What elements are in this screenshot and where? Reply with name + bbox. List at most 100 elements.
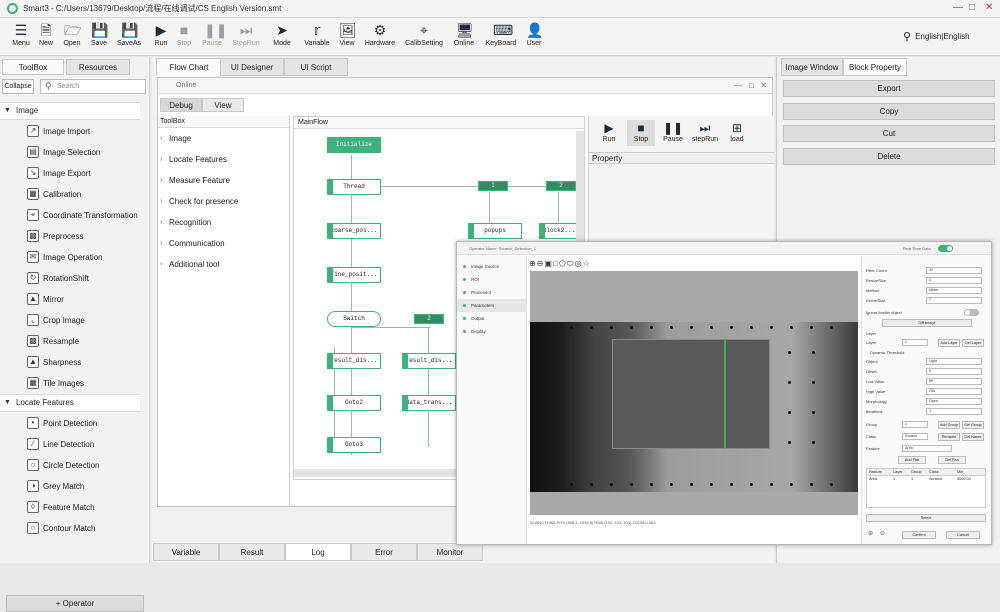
maximize-icon[interactable]: □ (749, 78, 754, 94)
online-button[interactable]: 🖥 Online (445, 20, 483, 54)
export-button[interactable]: Export (783, 80, 995, 97)
minimize-icon[interactable]: — (734, 78, 742, 94)
flow-tool-measure[interactable]: › Measure Feature (158, 171, 288, 191)
tool-crop-image[interactable]: ⌞ Crop Image (0, 310, 140, 331)
tab-flow-chart[interactable]: Flow Chart (156, 58, 222, 76)
nav-processor[interactable]: Processor (457, 286, 527, 299)
tab-log[interactable]: Log (285, 543, 351, 561)
ellipse-icon[interactable]: ⬭ (567, 259, 575, 268)
flow-node-result-dis-1[interactable]: result_dis... (327, 353, 381, 369)
tab-resources[interactable]: Resources (66, 59, 130, 75)
minimize-icon[interactable]: — (953, 2, 963, 13)
kernel-size-input[interactable]: 7 (926, 297, 982, 304)
iterations-input[interactable]: 3 (926, 408, 982, 415)
flow-node-coarse-pos[interactable]: coarse_pos... (327, 223, 381, 239)
tab-ui-script[interactable]: UI Script (284, 58, 348, 76)
object-select[interactable]: Light (926, 358, 982, 365)
fit-icon[interactable]: ▣ (544, 259, 553, 268)
remove-icon[interactable]: ⊖ (880, 530, 885, 537)
low-value-input[interactable]: 80 (926, 378, 982, 385)
search-input[interactable]: ⚲ Search (40, 79, 146, 94)
tool-image-import[interactable]: ↗ Image Import (0, 121, 140, 142)
steprun-button[interactable]: ⏭ StepRun (227, 20, 265, 54)
tab-block-property[interactable]: Block Property (843, 58, 907, 76)
real-time-toggle[interactable] (938, 245, 953, 252)
add-feature-button[interactable]: Add Fea (898, 456, 926, 464)
nav-image-source[interactable]: Image Source (457, 260, 527, 273)
high-value-input[interactable]: 255 (926, 388, 982, 395)
flow-tool-recognition[interactable]: › Recognition (158, 213, 288, 233)
add-operator-button[interactable]: + Operator (6, 595, 144, 612)
del-layer-button[interactable]: Del Layer (962, 339, 984, 347)
close-icon[interactable]: ✕ (985, 2, 993, 13)
tool-rotationshift[interactable]: ↻ RotationShift (0, 268, 140, 289)
tool-sharpness[interactable]: ▲ Sharpness (0, 352, 140, 373)
flow-node-goto3[interactable]: Goto3 (327, 437, 381, 453)
method-select[interactable]: Mean (926, 287, 982, 294)
nav-roi[interactable]: ROI (457, 273, 527, 286)
del-name-button[interactable]: Del Name (962, 433, 984, 441)
tab-error[interactable]: Error (351, 543, 417, 561)
tab-view[interactable]: View (202, 98, 244, 112)
tab-monitor[interactable]: Monitor (417, 543, 483, 561)
rename-button[interactable]: Rename (938, 433, 960, 441)
add-group-button[interactable]: Add Group (938, 421, 960, 429)
category-image[interactable]: ▼ Image (0, 102, 140, 120)
nav-output[interactable]: Output (457, 312, 527, 325)
panel-pause-button[interactable]: ❚❚ Pause (659, 120, 687, 146)
flow-node-goto2[interactable]: Goto2 (327, 395, 381, 411)
panel-steprun-button[interactable]: ⏭ stepRun (691, 120, 719, 146)
calibsetting-button[interactable]: ⌖ CalibSetting (405, 20, 443, 54)
flow-tool-image[interactable]: › Image (158, 129, 288, 149)
flow-node-block2[interactable]: Block2... (539, 223, 579, 239)
polygon-icon[interactable]: ⬠ (559, 259, 567, 268)
tool-image-operation[interactable]: ✉ Image Operation (0, 247, 140, 268)
panel-stop-button[interactable]: ■ Stop (627, 120, 655, 146)
tool-line-detection[interactable]: ∕ Line Detection (0, 434, 140, 455)
feature-select[interactable]: Area (902, 445, 952, 452)
tab-result[interactable]: Result (219, 543, 285, 561)
language-selector[interactable]: ⚲ English|English (903, 30, 970, 43)
copy-button[interactable]: Copy (783, 103, 995, 120)
confirm-button[interactable]: Confirm (902, 531, 936, 539)
tab-debug[interactable]: Debug (160, 98, 202, 112)
group-select[interactable]: 1 (902, 421, 928, 428)
class-select[interactable]: Scratch (902, 433, 928, 440)
nav-display[interactable]: Display (457, 325, 527, 338)
tool-coordinate-transformation[interactable]: ⌖ Coordinate Transformation (0, 205, 140, 226)
flow-node-thread[interactable]: Thread (327, 179, 381, 195)
table-row[interactable]: Area 1 1 Scratch 5000.00 (867, 476, 985, 483)
ring-icon[interactable]: ◎ (575, 259, 583, 268)
panel-run-button[interactable]: ▶ Run (595, 120, 623, 146)
camera-image-view[interactable] (530, 271, 858, 515)
zoom-in-icon[interactable]: ⊕ (529, 259, 537, 268)
pause-button[interactable]: ❚❚ Pause (193, 20, 231, 54)
flow-tool-communication[interactable]: › Communication (158, 234, 288, 254)
star-icon[interactable]: ☆ (583, 259, 591, 268)
delete-button[interactable]: Delete (783, 148, 995, 165)
flow-tool-additional[interactable]: › Additional tool (158, 255, 288, 275)
tool-grey-match[interactable]: ◑ Grey Match (0, 476, 140, 497)
diff-image-button[interactable]: Diff Image (882, 319, 972, 327)
image-toolbar[interactable]: ⊕⊖▣□⬠⬭◎☆ (529, 258, 649, 270)
tab-image-window[interactable]: Image Window (781, 58, 843, 76)
tool-image-selection[interactable]: ▤ Image Selection (0, 142, 140, 163)
tool-preprocess[interactable]: ▩ Preprocess (0, 226, 140, 247)
layer-select[interactable]: 1 (902, 339, 928, 346)
flow-node-result-dis-2[interactable]: result_dis... (402, 353, 456, 369)
tool-circle-detection[interactable]: ○ Circle Detection (0, 455, 140, 476)
flow-node-initialize[interactable]: Initialize (327, 137, 381, 153)
cut-button[interactable]: Cut (783, 125, 995, 142)
user-button[interactable]: 👤 User (515, 20, 553, 54)
collapse-button[interactable]: Collapse (2, 79, 34, 94)
tab-toolbox[interactable]: ToolBox (2, 59, 64, 75)
add-icon[interactable]: ⊕ (868, 530, 873, 537)
maximize-icon[interactable]: □ (969, 2, 975, 13)
panel-load-button[interactable]: ⊞ load (723, 120, 751, 146)
close-icon[interactable]: ✕ (760, 78, 767, 94)
tool-resample[interactable]: ▩ Resample (0, 331, 140, 352)
tool-contour-match[interactable]: ○ Contour Match (0, 518, 140, 539)
flow-node-fine-posit[interactable]: fine_posit... (327, 267, 381, 283)
hardware-button[interactable]: ⚙ Hardware (361, 20, 399, 54)
morphology-select[interactable]: Open (926, 398, 982, 405)
